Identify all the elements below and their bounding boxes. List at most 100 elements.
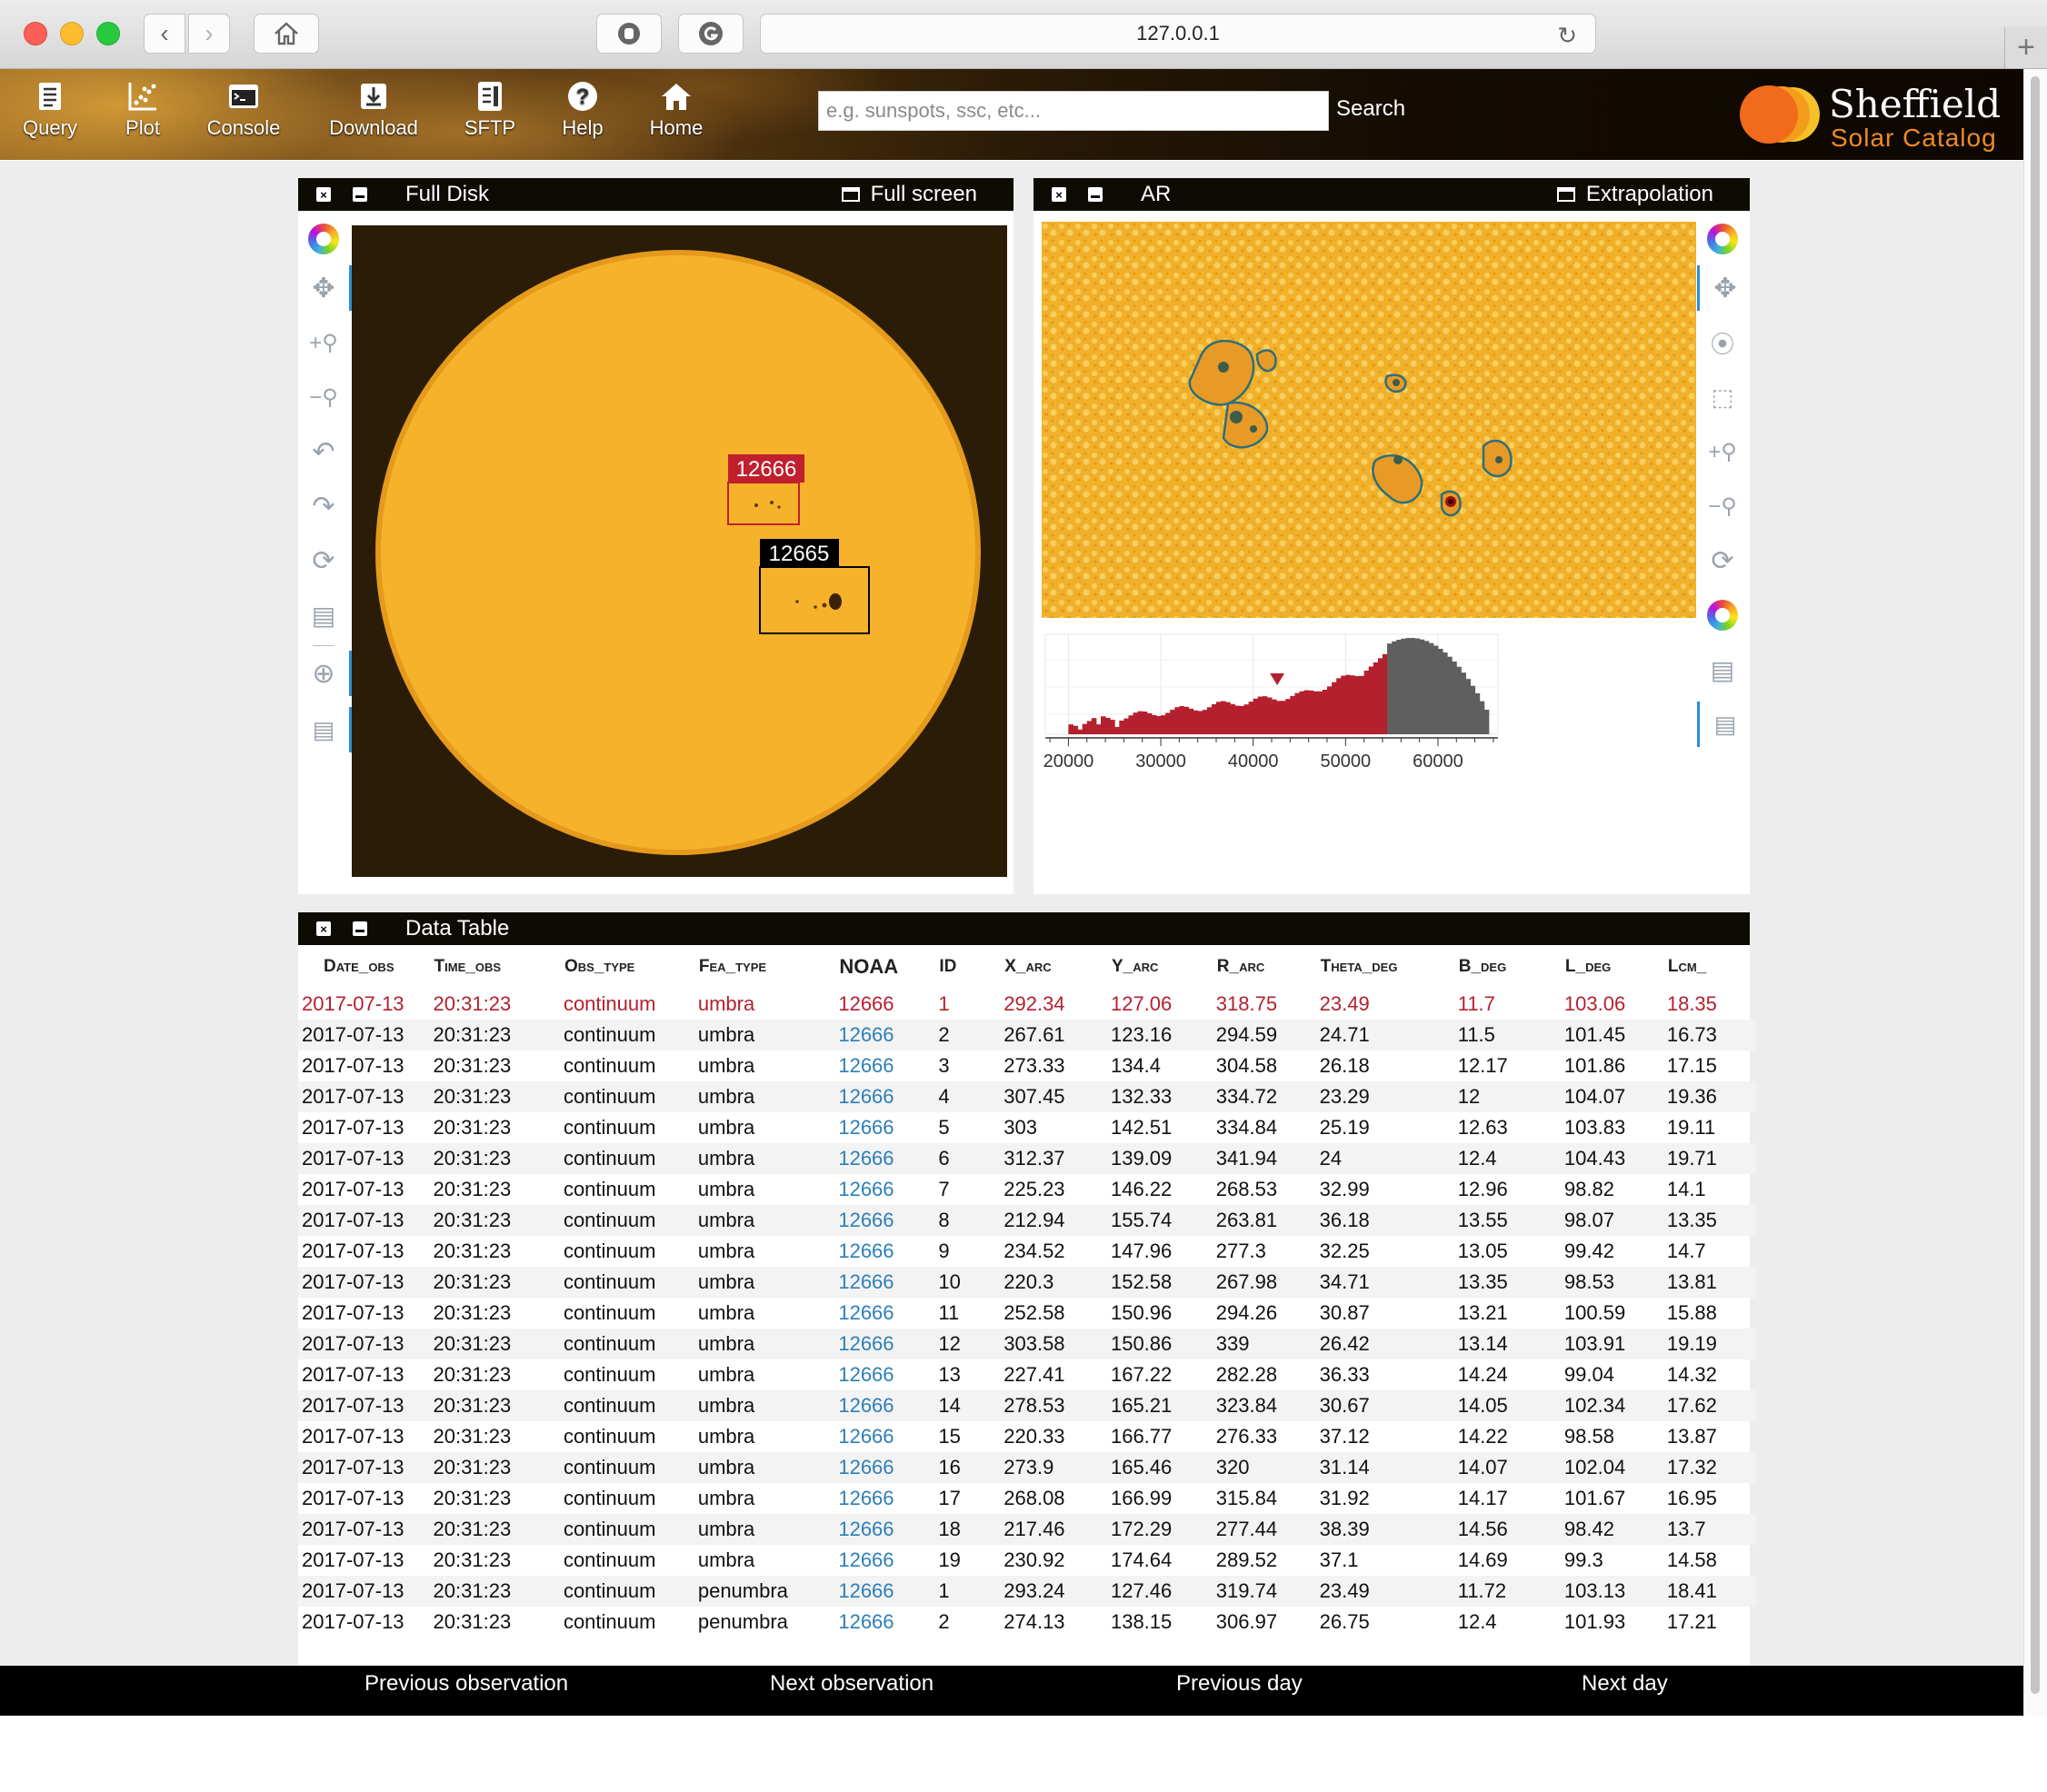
table-row[interactable]: 2017-07-13 20:31:23 continuum umbra 12666 7 22… — [298, 1174, 1756, 1205]
table-row[interactable]: 2017-07-13 20:31:23 continuum umbra 12666 10 2… — [298, 1267, 1756, 1298]
extrapolation-button[interactable]: Extrapolation — [1556, 182, 1713, 207]
table-row[interactable]: 2017-07-13 20:31:23 continuum umbra 12666 19 2… — [298, 1545, 1756, 1576]
minimize-panel-button[interactable] — [353, 187, 367, 202]
pan-tool[interactable]: ✥ — [1697, 265, 1751, 311]
close-panel-button[interactable]: × — [316, 187, 331, 202]
table-cell: 11.5 — [1457, 1020, 1564, 1050]
address-bar[interactable]: 127.0.0.1 ↻ — [760, 14, 1596, 54]
table-row[interactable]: 2017-07-13 20:31:23 continuum umbra 12666 15 2… — [298, 1421, 1756, 1452]
maximize-window-button[interactable] — [96, 22, 120, 45]
hist-hover-tool[interactable]: ▤ — [1697, 702, 1751, 747]
table-row[interactable]: 2017-07-13 20:31:23 continuum umbra 12666 5 30… — [298, 1112, 1756, 1143]
bokeh-logo-button[interactable] — [1697, 216, 1748, 262]
reset-tool[interactable]: ⟳ — [1697, 538, 1748, 583]
table-row[interactable]: 2017-07-13 20:31:23 continuum umbra 12666 2 26… — [298, 1020, 1756, 1050]
column-header[interactable]: Date_obs — [298, 945, 434, 989]
full-disk-image[interactable]: 12666 12665 — [352, 225, 1007, 877]
table-cell: 12666 — [838, 1514, 939, 1545]
pan-tool[interactable]: ✥ — [298, 265, 352, 311]
nav-home[interactable]: Home — [644, 76, 708, 154]
table-row[interactable]: 2017-07-13 20:31:23 continuum umbra 12666 9 23… — [298, 1236, 1756, 1267]
ar-cutout-image[interactable] — [1042, 222, 1696, 618]
column-header[interactable]: B_deg — [1458, 945, 1564, 989]
column-header[interactable]: Theta_deg — [1320, 945, 1458, 989]
zoom-out-tool[interactable]: −⚲ — [1697, 483, 1748, 529]
table-row[interactable]: 2017-07-13 20:31:23 continuum umbra 12666 1 29… — [298, 989, 1756, 1020]
table-cell: 20:31:23 — [433, 1576, 564, 1607]
minimize-panel-button[interactable] — [1088, 187, 1103, 202]
zoom-in-tool[interactable]: +⚲ — [1697, 429, 1748, 474]
column-header[interactable]: X_arc — [1004, 945, 1111, 989]
table-row[interactable]: 2017-07-13 20:31:23 continuum umbra 12666 18 2… — [298, 1514, 1756, 1545]
close-panel-button[interactable]: × — [316, 921, 331, 936]
nav-sftp[interactable]: SFTP — [458, 76, 522, 154]
nav-console[interactable]: Console — [202, 76, 285, 154]
minimize-panel-button[interactable] — [353, 921, 367, 936]
zoom-in-tool[interactable]: +⚲ — [298, 320, 349, 365]
intensity-histogram[interactable]: 20000 30000 40000 50000 60000 — [1042, 632, 1696, 796]
scrollbar-thumb[interactable] — [2031, 76, 2040, 1694]
fullscreen-button[interactable]: Full screen — [841, 182, 977, 207]
next-observation-button[interactable]: Next observation — [770, 1666, 934, 1702]
next-day-button[interactable]: Next day — [1582, 1666, 1668, 1702]
bokeh-logo-button[interactable] — [298, 216, 349, 262]
nav-query[interactable]: Query — [18, 76, 82, 154]
search-input[interactable] — [818, 91, 1329, 131]
redo-tool[interactable]: ↷ — [298, 483, 349, 529]
column-header[interactable]: ID — [938, 945, 1004, 989]
page-scrollbar[interactable] — [2023, 69, 2047, 1716]
table-row[interactable]: 2017-07-13 20:31:23 continuum umbra 12666 16 2… — [298, 1452, 1756, 1483]
lasso-tool[interactable]: ⦿ — [1697, 320, 1748, 365]
histogram-bar — [1414, 638, 1421, 734]
table-row[interactable]: 2017-07-13 20:31:23 continuum umbra 12666 4 30… — [298, 1081, 1756, 1112]
nav-download[interactable]: Download — [324, 76, 424, 154]
zoom-out-tool[interactable]: −⚲ — [298, 374, 349, 420]
privacy-button[interactable] — [596, 14, 662, 54]
hist-save-tool[interactable]: ▤ — [1697, 647, 1748, 692]
hist-logo-button[interactable] — [1697, 592, 1748, 638]
nav-plot[interactable]: Plot — [111, 76, 175, 154]
previous-day-button[interactable]: Previous day — [1176, 1666, 1303, 1702]
column-header[interactable]: Lcm_ — [1667, 945, 1756, 989]
crosshair-tool[interactable]: ⊕ — [298, 651, 352, 696]
table-row[interactable]: 2017-07-13 20:31:23 continuum umbra 12666 6 31… — [298, 1143, 1756, 1174]
previous-observation-button[interactable]: Previous observation — [364, 1666, 568, 1702]
forward-button[interactable]: › — [188, 14, 230, 54]
column-header[interactable]: NOAA — [838, 945, 938, 989]
table-cell: 13.21 — [1457, 1301, 1508, 1324]
table-row[interactable]: 2017-07-13 20:31:23 continuum umbra 12666 14 2… — [298, 1390, 1756, 1421]
undo-tool[interactable]: ↶ — [298, 429, 349, 474]
reload-icon[interactable]: ↻ — [1557, 22, 1577, 50]
redo-icon: ↷ — [312, 491, 335, 522]
new-tab-button[interactable]: + — [2004, 27, 2047, 68]
column-header[interactable]: Time_obs — [434, 945, 564, 989]
close-panel-button[interactable]: × — [1052, 187, 1066, 202]
table-row[interactable]: 2017-07-13 20:31:23 continuum penumbra 12666… — [298, 1576, 1756, 1607]
column-header[interactable]: Obs_type — [564, 945, 698, 989]
table-cell: 12666 — [838, 1301, 894, 1324]
table-row[interactable]: 2017-07-13 20:31:23 continuum penumbra 12666… — [298, 1607, 1756, 1638]
extension-button[interactable] — [678, 14, 744, 54]
close-window-button[interactable] — [24, 22, 47, 45]
column-header[interactable]: Y_arc — [1111, 945, 1216, 989]
search-button[interactable]: Search — [1336, 96, 1405, 122]
column-header[interactable]: L_deg — [1564, 945, 1667, 989]
table-row[interactable]: 2017-07-13 20:31:23 continuum umbra 12666 3 27… — [298, 1050, 1756, 1081]
table-row[interactable]: 2017-07-13 20:31:23 continuum umbra 12666 17 2… — [298, 1483, 1756, 1514]
table-cell: 14.1 — [1666, 1178, 1706, 1200]
histogram-bar — [1336, 678, 1342, 734]
hover-tool[interactable]: ▤ — [298, 707, 352, 752]
home-button[interactable] — [254, 14, 319, 54]
table-row[interactable]: 2017-07-13 20:31:23 continuum umbra 12666 11 2… — [298, 1298, 1756, 1329]
column-header[interactable]: Fea_type — [698, 945, 839, 989]
save-tool[interactable]: ▤ — [298, 592, 349, 638]
table-row[interactable]: 2017-07-13 20:31:23 continuum umbra 12666 12 3… — [298, 1329, 1756, 1359]
nav-help[interactable]: ? Help — [551, 76, 614, 154]
table-row[interactable]: 2017-07-13 20:31:23 continuum umbra 12666 8 21… — [298, 1205, 1756, 1236]
back-button[interactable]: ‹ — [144, 14, 185, 54]
reset-tool[interactable]: ⟳ — [298, 538, 349, 583]
box-select-tool[interactable]: ⬚ — [1697, 374, 1748, 420]
minimize-window-button[interactable] — [60, 22, 84, 45]
column-header[interactable]: R_arc — [1216, 945, 1320, 989]
table-row[interactable]: 2017-07-13 20:31:23 continuum umbra 12666 13 2… — [298, 1359, 1756, 1390]
